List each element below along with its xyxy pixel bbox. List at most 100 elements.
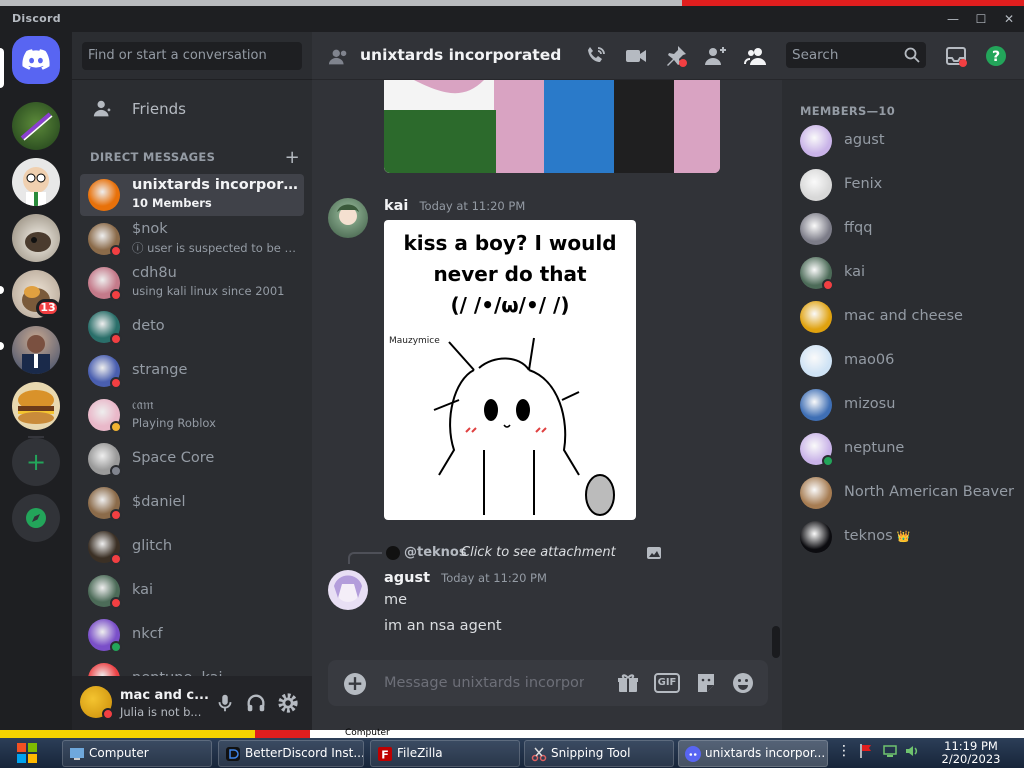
headphones-icon[interactable] — [245, 692, 267, 714]
member-item[interactable]: neptune — [790, 428, 1016, 470]
emoji-icon[interactable] — [731, 671, 755, 695]
user-name[interactable]: mac and c... — [120, 688, 209, 703]
reply-avatar — [386, 546, 400, 560]
member-list-icon[interactable] — [744, 44, 768, 68]
member-item[interactable]: agust — [790, 120, 1016, 162]
action-center-flag-icon[interactable] — [858, 743, 874, 759]
inbox-icon[interactable] — [944, 44, 968, 68]
server-icon-3[interactable] — [12, 214, 60, 262]
add-friends-icon[interactable] — [704, 44, 728, 68]
member-item[interactable]: ffqq — [790, 208, 1016, 250]
author-name[interactable]: agust — [384, 570, 430, 586]
author-name[interactable]: kai — [384, 198, 408, 214]
sticker-icon[interactable] — [694, 671, 718, 695]
start-button[interactable] — [8, 740, 46, 768]
member-name: mac and cheese — [844, 308, 963, 324]
dm-avatar — [88, 179, 120, 211]
dm-item[interactable]: kai — [80, 570, 304, 612]
minimize-button[interactable]: — — [946, 12, 960, 26]
dm-sidebar: Find or start a conversation Friends DIR… — [72, 32, 312, 730]
server-icon-1[interactable] — [12, 102, 60, 150]
member-list: MEMBERS—10 agust Fenix ffqq kai mac and chee… — [782, 80, 1024, 730]
message-avatar-kai[interactable] — [328, 198, 368, 238]
message-author-kai[interactable]: kai Today at 11:20 PM — [384, 198, 525, 214]
member-item[interactable]: kai — [790, 252, 1016, 294]
dm-item[interactable]: $nok ⓘ user is suspected to be a p... — [80, 218, 304, 260]
gift-icon[interactable] — [616, 671, 640, 695]
dm-subtitle: ⓘ user is suspected to be a p... — [132, 241, 300, 255]
member-avatar — [800, 301, 832, 333]
message-input[interactable] — [384, 672, 584, 694]
reply-context[interactable]: @teknos Click to see attachment — [348, 543, 768, 564]
member-avatar — [800, 477, 832, 509]
app-title: Discord — [12, 12, 61, 25]
add-attachment-button[interactable]: + — [344, 673, 366, 695]
add-server-button[interactable]: + — [12, 438, 60, 486]
dm-item[interactable]: glitch — [80, 526, 304, 568]
status-indicator — [110, 333, 122, 345]
taskbar-item-filezilla[interactable]: F FileZilla — [370, 740, 520, 767]
taskbar-item-betterdiscord[interactable]: BetterDiscord Inst... — [218, 740, 364, 767]
taskbar-label: unixtards incorpor... — [705, 746, 826, 760]
dm-item[interactable]: 𝔠𝔞𝔪 Playing Roblox — [80, 394, 304, 436]
maximize-button[interactable]: ☐ — [974, 12, 988, 26]
meme-image-attachment[interactable]: kiss a boy? I would never do that (/ /•/ω/… — [384, 220, 636, 520]
dm-item[interactable]: nkcf — [80, 614, 304, 656]
unread-pill — [0, 286, 4, 294]
pin-icon[interactable] — [664, 44, 688, 68]
microphone-icon[interactable] — [214, 692, 236, 714]
friends-nav-item[interactable]: Friends — [80, 88, 304, 130]
server-icon-6[interactable] — [12, 382, 60, 430]
add-dm-button[interactable]: + — [285, 147, 300, 168]
member-item[interactable]: mizosu — [790, 384, 1016, 426]
reply-author[interactable]: @teknos — [404, 545, 467, 560]
message-avatar-agust[interactable] — [328, 570, 368, 610]
dm-item[interactable]: unixtards incorporated 10 Members — [80, 174, 304, 216]
taskbar-item-snipping-tool[interactable]: Snipping Tool — [524, 740, 674, 767]
dm-item[interactable]: cdh8u using kali linux since 2001 — [80, 262, 304, 304]
chat-title[interactable]: unixtards incorporated — [360, 46, 561, 64]
dm-item[interactable]: deto — [80, 306, 304, 348]
close-button[interactable]: ✕ — [1002, 12, 1016, 26]
dm-item[interactable]: $daniel — [80, 482, 304, 524]
tray-overflow-icon[interactable]: ⋮ — [836, 743, 852, 759]
member-item[interactable]: teknos 👑 — [790, 516, 1016, 558]
previous-image-attachment[interactable] — [384, 80, 720, 173]
video-call-icon[interactable] — [624, 44, 648, 68]
member-name-text: mao06 — [844, 352, 895, 368]
home-button[interactable] — [12, 36, 60, 84]
cat-drawing-icon — [433, 337, 615, 516]
member-item[interactable]: mac and cheese — [790, 296, 1016, 338]
taskbar-item-discord[interactable]: unixtards incorpor... — [678, 740, 828, 767]
dm-search-input[interactable]: Find or start a conversation — [82, 42, 302, 70]
member-item[interactable]: Fenix — [790, 164, 1016, 206]
gif-button[interactable]: GIF — [654, 673, 680, 693]
member-name: kai — [844, 264, 865, 280]
betterdiscord-icon — [226, 747, 240, 761]
member-item[interactable]: North American Beaver — [790, 472, 1016, 514]
dm-name: Space Core — [132, 450, 215, 466]
help-icon[interactable]: ? — [984, 44, 1008, 68]
server-icon-5[interactable] — [12, 326, 60, 374]
cartoon-image-icon — [384, 80, 720, 173]
chat-search-input[interactable]: Search — [786, 42, 926, 68]
dm-item[interactable]: Space Core — [80, 438, 304, 480]
taskbar-item-computer[interactable]: Computer — [62, 740, 212, 767]
voice-call-icon[interactable] — [584, 44, 608, 68]
server-icon-2[interactable] — [12, 158, 60, 206]
reply-preview[interactable]: Click to see attachment — [461, 545, 616, 560]
taskbar-clock[interactable]: 11:19 PM 2/20/2023 — [930, 740, 1012, 766]
plus-icon: + — [346, 671, 364, 695]
message-author-agust[interactable]: agust Today at 11:20 PM — [384, 570, 547, 586]
message-scrollbar[interactable] — [772, 626, 780, 658]
network-icon[interactable] — [882, 743, 898, 759]
dm-item[interactable]: strange — [80, 350, 304, 392]
dm-subtitle: Playing Roblox — [132, 416, 216, 430]
friends-label: Friends — [132, 100, 186, 118]
dm-name: $daniel — [132, 494, 186, 510]
member-item[interactable]: mao06 — [790, 340, 1016, 382]
dm-name: glitch — [132, 538, 173, 554]
volume-icon[interactable] — [904, 743, 920, 759]
gear-icon[interactable] — [277, 692, 299, 714]
explore-servers-button[interactable] — [12, 494, 60, 542]
